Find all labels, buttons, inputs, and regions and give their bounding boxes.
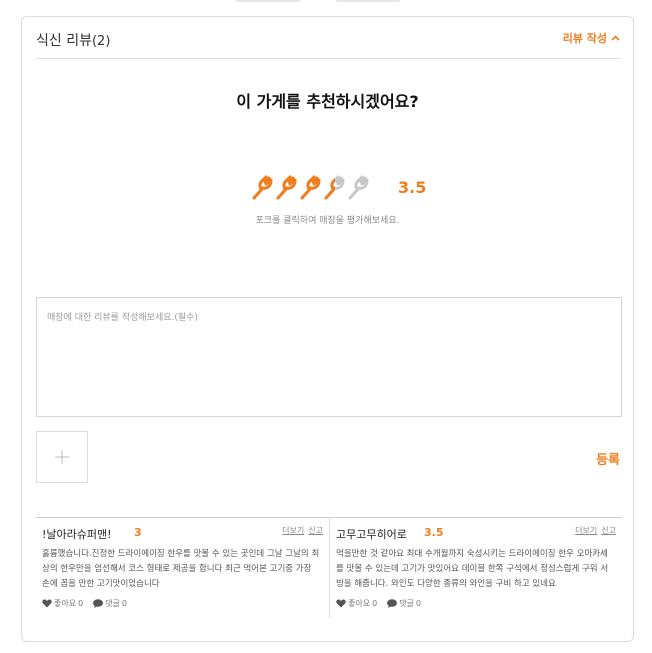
fork-icon[interactable] [323,174,347,200]
reviewer-name: 고무고무히어로 [336,528,407,541]
comment-button[interactable]: 댓글 0 [93,598,127,609]
comment-count: 0 [415,599,422,608]
fork-rating-icons [251,174,371,200]
review-textarea-box [36,297,622,417]
chevron-up-icon [611,35,620,41]
review-actions: 더보기 신고 [278,525,323,536]
review-section: 식신 리뷰(2) 리뷰 작성 이 가게를 추천하시겠어요? 3.5 포크를 클릭… [21,16,634,642]
review-text: 먹을만한 것 같아요 최대 수개월까지 숙성시키는 드라이에이징 한우 오마카세… [336,549,609,589]
comment-label: 댓글 [105,599,120,608]
comment-label: 댓글 [399,599,414,608]
like-label: 좋아요 [54,599,77,608]
review-actions: 더보기 신고 [571,525,616,536]
report-link[interactable]: 신고 [601,526,616,535]
review-text: 훌륭했습니다.진정한 드라이에이징 한우를 맛볼 수 있는 곳인데 그날 그날의… [42,549,320,589]
heart-icon [42,599,52,608]
fork-icon[interactable] [347,174,371,200]
report-link[interactable]: 신고 [308,526,323,535]
recommend-question: 이 가게를 추천하시겠어요? [236,92,419,111]
heart-icon [336,599,346,608]
review-meta: 좋아요 0 댓글 0 [42,598,137,609]
review-card: 고무고무히어로 3.5 더보기 신고 먹을만한 것 같아요 최대 수개월까지 숙성… [329,518,622,618]
write-review-toggle[interactable]: 리뷰 작성 [563,30,620,46]
comment-button[interactable]: 댓글 0 [387,598,421,609]
write-review-label: 리뷰 작성 [562,32,607,45]
fork-icon[interactable] [251,174,275,200]
like-button[interactable]: 좋아요 0 [42,598,83,609]
section-title: 식신 리뷰(2) [36,30,110,50]
fork-rating: 3.5 [251,174,426,200]
like-button[interactable]: 좋아요 0 [336,598,377,609]
review-score: 3.5 [424,526,444,539]
more-link[interactable]: 더보기 [575,526,597,535]
rating-score: 3.5 [398,177,427,197]
review-textarea[interactable] [37,298,621,416]
review-card: !날아라슈퍼맨! 3 더보기 신고 훌륭했습니다.진정한 드라이에이징 한우를 맛… [36,518,329,618]
more-link[interactable]: 더보기 [282,526,304,535]
comment-count: 0 [121,599,128,608]
add-photo-button[interactable] [36,431,88,483]
speech-bubble-icon [387,599,398,608]
reviewer-name: !날아라슈퍼맨! [42,528,112,541]
fork-icon[interactable] [299,174,323,200]
fork-icon[interactable] [275,174,299,200]
submit-button[interactable]: 등록 [596,449,620,468]
plus-icon [55,450,69,464]
section-title-text: 식신 리뷰 [36,33,92,49]
like-count: 0 [78,599,84,608]
speech-bubble-icon [93,599,104,608]
review-list: !날아라슈퍼맨! 3 더보기 신고 훌륭했습니다.진정한 드라이에이징 한우를 맛… [36,517,622,618]
review-meta: 좋아요 0 댓글 0 [336,598,431,609]
section-header: 식신 리뷰(2) 리뷰 작성 [36,17,620,59]
rating-hint: 포크를 클릭하여 매장을 평가해보세요. [255,216,400,226]
like-count: 0 [372,599,378,608]
like-label: 좋아요 [348,599,371,608]
top-edge [0,0,652,4]
review-score: 3 [134,526,142,539]
review-count: (2) [91,34,111,49]
